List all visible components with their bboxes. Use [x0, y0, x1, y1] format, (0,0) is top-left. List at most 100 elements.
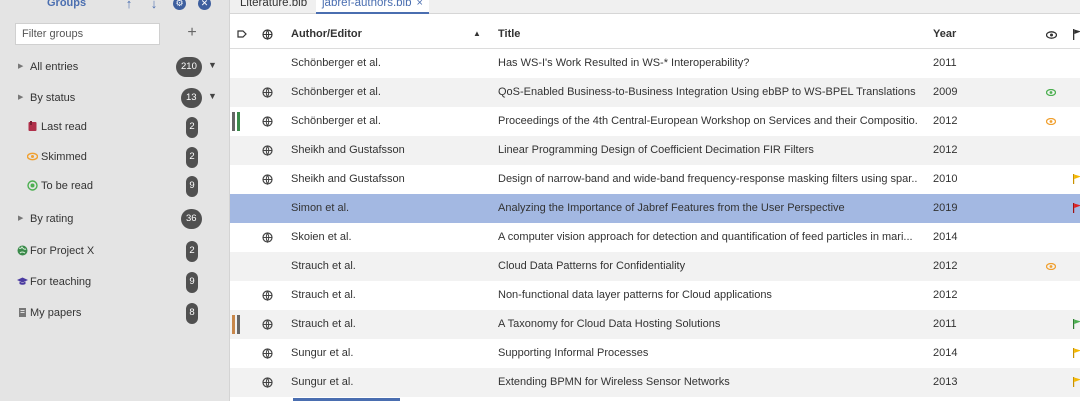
cell-author: Strauch et al. — [291, 318, 356, 330]
column-year[interactable]: Year — [933, 28, 956, 40]
table-row[interactable]: Skoien et al. A computer vision approach… — [230, 223, 1080, 252]
arrow-down-icon[interactable]: ↓ — [147, 0, 161, 11]
cell-year: 2012 — [933, 289, 958, 301]
group-label: My papers — [30, 307, 82, 319]
green-flag-icon[interactable] — [1073, 319, 1080, 329]
library-tabs: Literature.bib jabref-authors.bib × — [230, 0, 1080, 14]
table-row[interactable]: Sungur et al. Supporting Informal Proces… — [230, 339, 1080, 368]
cell-author: Sungur et al. — [291, 376, 354, 388]
sort-ascending-icon[interactable]: ▲ — [473, 29, 481, 38]
globe-icon — [17, 245, 28, 256]
url-globe-icon[interactable] — [262, 348, 273, 359]
cell-author: Schönberger et al. — [291, 86, 381, 98]
group-label: Last read — [41, 121, 87, 133]
url-globe-icon[interactable] — [262, 174, 273, 185]
group-count-badge: 2 — [186, 117, 198, 138]
table-row[interactable]: Strauch et al. Cloud Data Patterns for C… — [230, 252, 1080, 281]
cell-author: Strauch et al. — [291, 260, 356, 272]
table-row[interactable]: Schönberger et al. Proceedings of the 4t… — [230, 107, 1080, 136]
priority-flag-icon[interactable] — [1073, 29, 1080, 40]
cell-author: Sungur et al. — [291, 347, 354, 359]
red-flag-icon[interactable] — [1073, 203, 1080, 213]
yellow-flag-icon[interactable] — [1073, 348, 1080, 358]
url-globe-icon[interactable] — [262, 232, 273, 243]
read-status-orange-eye-icon[interactable] — [1046, 263, 1056, 270]
read-status-green-eye-icon[interactable] — [1046, 89, 1056, 96]
arrow-up-icon[interactable]: ↑ — [122, 0, 136, 11]
url-globe-icon[interactable] — [262, 319, 273, 330]
cell-author: Skoien et al. — [291, 231, 352, 243]
table-row[interactable]: Sheikh and Gustafsson Linear Programming… — [230, 136, 1080, 165]
expand-arrow-icon[interactable]: ▶ — [18, 62, 23, 70]
group-label: To be read — [41, 180, 93, 192]
group-count-badge: 210 — [176, 57, 202, 77]
cell-year: 2010 — [933, 173, 958, 185]
url-globe-icon[interactable] — [262, 29, 273, 40]
group-last-read[interactable]: Last read 2 — [0, 113, 230, 141]
chevron-down-icon[interactable]: ▼ — [208, 91, 217, 101]
group-to-be-read[interactable]: To be read 9 — [0, 172, 230, 200]
table-row[interactable]: Schönberger et al. QoS-Enabled Business-… — [230, 78, 1080, 107]
group-label: For teaching — [30, 276, 92, 288]
close-tab-icon[interactable]: × — [417, 0, 423, 9]
cell-title: Has WS-I's Work Resulted in WS-* Interop… — [498, 57, 750, 69]
url-globe-icon[interactable] — [262, 377, 273, 388]
tab-label: Literature.bib — [240, 0, 308, 9]
group-by-rating[interactable]: ▶ By rating 36 — [0, 205, 230, 233]
settings-icon[interactable]: ⚙ — [173, 0, 186, 10]
cell-title: Cloud Data Patterns for Confidentiality — [498, 260, 686, 272]
cell-title: Analyzing the Importance of Jabref Featu… — [498, 202, 845, 214]
read-status-eye-icon[interactable] — [1046, 31, 1057, 39]
graduation-cap-icon — [17, 277, 28, 285]
yellow-flag-icon[interactable] — [1073, 174, 1080, 184]
group-all-entries[interactable]: ▶ All entries 210 ▼ — [0, 53, 230, 81]
tab-literature[interactable]: Literature.bib — [240, 0, 307, 14]
read-status-orange-eye-icon[interactable] — [1046, 118, 1056, 125]
url-globe-icon[interactable] — [262, 290, 273, 301]
cell-year: 2014 — [933, 231, 958, 243]
group-skimmed[interactable]: Skimmed 2 — [0, 143, 230, 171]
table-row[interactable]: Schönberger et al. Has WS-I's Work Resul… — [230, 49, 1080, 78]
group-my-papers[interactable]: My papers 8 — [0, 299, 230, 327]
group-for-project-x[interactable]: For Project X 2 — [0, 237, 230, 265]
table-header: Author/Editor ▲ Title Year — [230, 19, 1080, 49]
groups-title: Groups — [47, 0, 87, 9]
add-group-button[interactable]: + — [183, 24, 201, 42]
cell-year: 2019 — [933, 202, 958, 214]
document-icon — [19, 308, 26, 317]
file-bar-icon — [232, 112, 235, 131]
group-label: Skimmed — [41, 151, 87, 163]
bookmark-icon — [28, 121, 37, 131]
file-bar-icon — [237, 315, 240, 334]
cell-author: Sheikh and Gustafsson — [291, 173, 405, 185]
table-row[interactable]: Simon et al. Analyzing the Importance of… — [230, 194, 1080, 223]
group-for-teaching[interactable]: For teaching 9 — [0, 268, 230, 296]
chevron-down-icon[interactable]: ▼ — [208, 60, 217, 70]
close-icon[interactable]: ✕ — [198, 0, 211, 10]
tab-jabref-authors[interactable]: jabref-authors.bib × — [316, 0, 429, 14]
cell-author: Schönberger et al. — [291, 57, 381, 69]
url-globe-icon[interactable] — [262, 116, 273, 127]
cell-year: 2009 — [933, 86, 958, 98]
filter-groups-input[interactable] — [15, 23, 160, 45]
tab-label: jabref-authors.bib — [322, 0, 412, 9]
cell-title: Supporting Informal Processes — [498, 347, 649, 359]
table-row[interactable]: Strauch et al. A Taxonomy for Cloud Data… — [230, 310, 1080, 339]
column-author[interactable]: Author/Editor — [291, 28, 362, 40]
table-row[interactable]: Sungur et al. Extending BPMN for Wireles… — [230, 368, 1080, 397]
url-globe-icon[interactable] — [262, 87, 273, 98]
group-by-status[interactable]: ▶ By status 13 ▼ — [0, 84, 230, 112]
eye-icon — [27, 152, 38, 161]
cell-author: Sheikh and Gustafsson — [291, 144, 405, 156]
expand-arrow-icon[interactable]: ▶ — [18, 214, 23, 222]
url-globe-icon[interactable] — [262, 145, 273, 156]
expand-arrow-icon[interactable]: ▶ — [18, 93, 23, 101]
yellow-flag-icon[interactable] — [1073, 377, 1080, 387]
column-title[interactable]: Title — [498, 28, 520, 40]
table-row[interactable]: Sheikh and Gustafsson Design of narrow-b… — [230, 165, 1080, 194]
table-row[interactable]: Strauch et al. Non-functional data layer… — [230, 281, 1080, 310]
file-bar-icon — [237, 112, 240, 131]
file-icon[interactable] — [237, 30, 247, 38]
cell-year: 2014 — [933, 347, 958, 359]
group-label: By status — [30, 92, 76, 104]
